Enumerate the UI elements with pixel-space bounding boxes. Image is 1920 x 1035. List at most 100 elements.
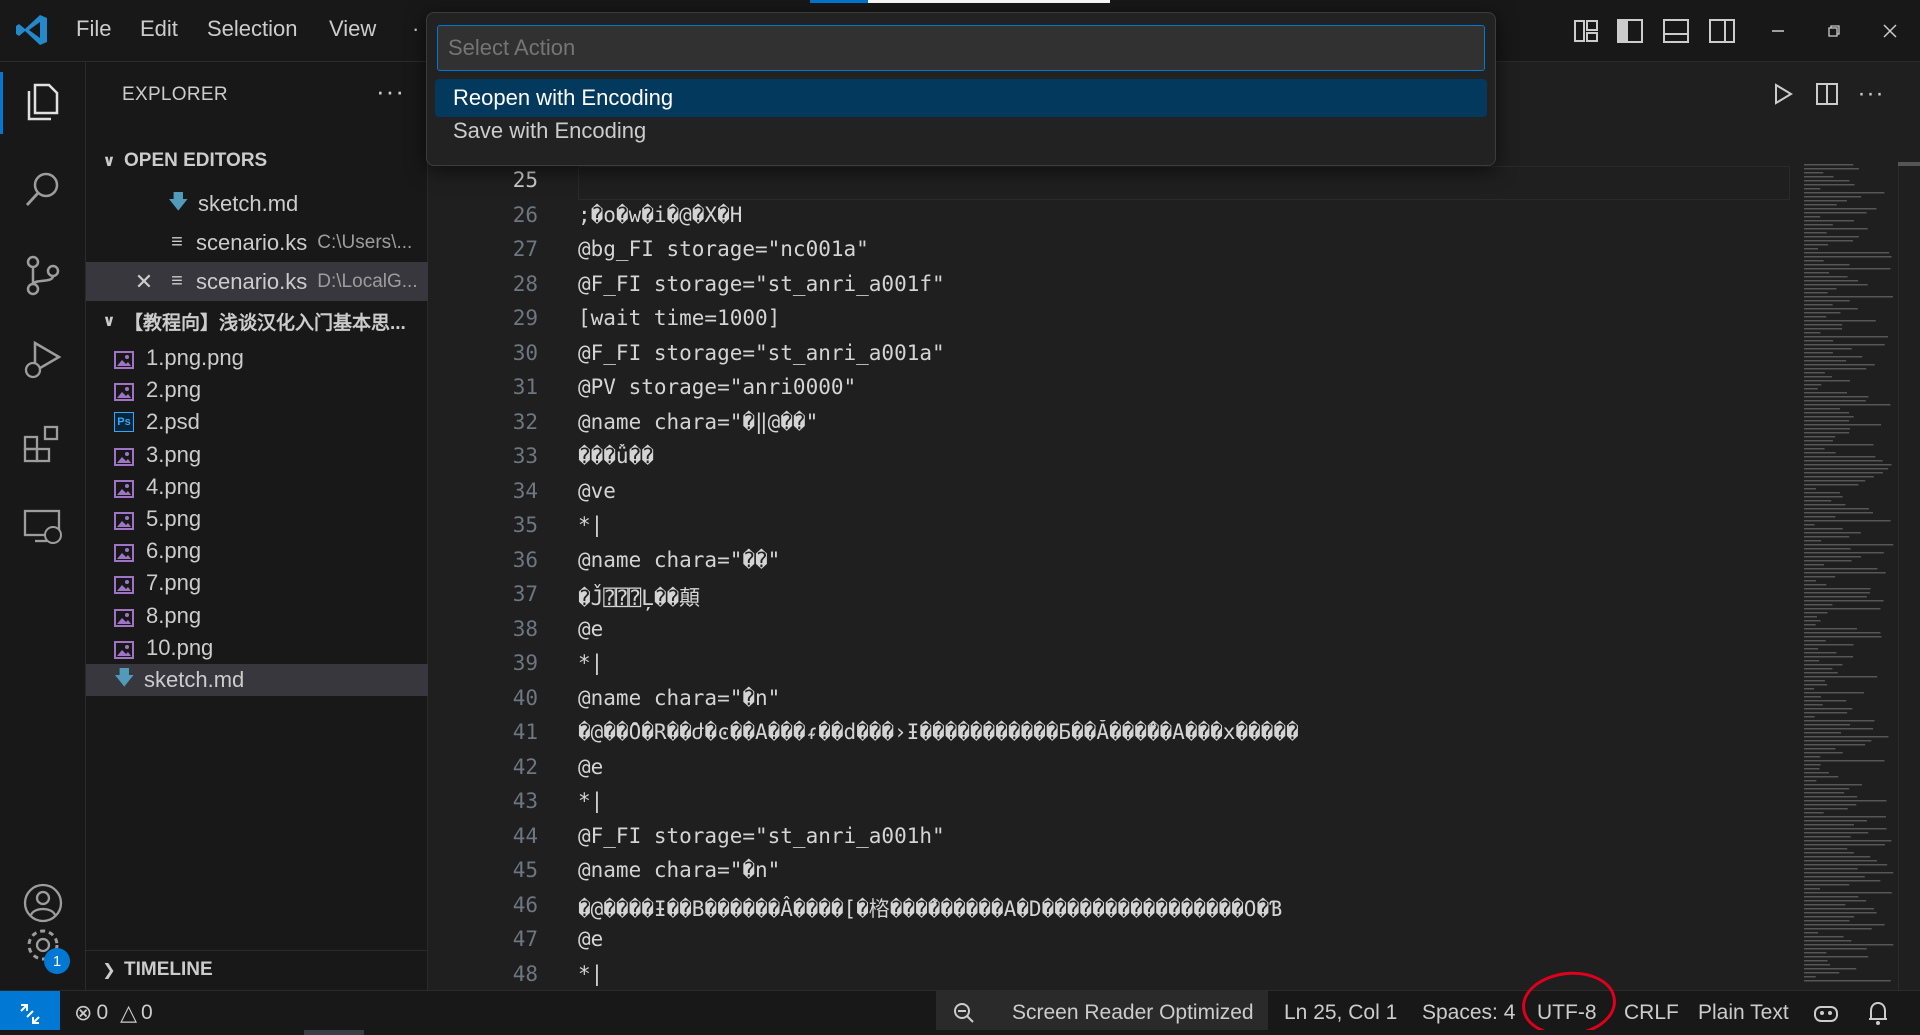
file-item[interactable]: 7.png <box>86 567 428 599</box>
file-name: 6.png <box>146 538 202 564</box>
code-line[interactable]: �@��̑O�R��ժ�ͼ��A���ᵳ��d���›Ɨ�����������Б… <box>578 720 1788 746</box>
search-icon[interactable] <box>18 164 68 214</box>
source-control-icon[interactable] <box>18 250 68 300</box>
file-item[interactable]: 3.png <box>86 439 428 471</box>
file-item[interactable]: Ps 2.psd <box>86 406 428 438</box>
file-item[interactable]: 🡇 sketch.md <box>86 664 428 696</box>
code-line[interactable]: @bg_FI storage="nc001a" <box>578 237 1788 261</box>
title-progress-accent <box>810 0 868 3</box>
indentation[interactable]: Spaces: 4 <box>1422 991 1515 1035</box>
folder-header[interactable]: ∨ 【教程向】浅谈汉化入门基本思... <box>86 304 428 338</box>
file-item[interactable]: 2.png <box>86 374 428 406</box>
title-progress-white <box>868 0 1110 3</box>
open-editors-header[interactable]: ∨ OPEN EDITORS <box>86 144 428 178</box>
image-file-icon <box>114 542 134 563</box>
code-line[interactable]: �J̌⍰⍰⍰Ļ��顛 <box>578 582 1788 612</box>
notifications-bell-icon[interactable] <box>1866 991 1890 1035</box>
file-item[interactable]: 4.png <box>86 471 428 503</box>
restore-icon[interactable] <box>1816 14 1852 48</box>
code-line[interactable]: @name chara="�n" <box>578 686 1788 710</box>
line-number: 47 <box>512 927 538 951</box>
warning-icon: △ <box>120 1000 138 1025</box>
menu-more[interactable]: · <box>412 16 419 42</box>
quick-pick-item-save-with-encoding[interactable]: Save with Encoding <box>435 112 1487 150</box>
file-item[interactable]: 6.png <box>86 535 428 567</box>
close-window-icon[interactable] <box>1872 14 1908 48</box>
file-item[interactable]: 8.png <box>86 600 428 632</box>
menu-edit[interactable]: Edit <box>140 16 178 42</box>
menu-selection[interactable]: Selection <box>207 16 298 42</box>
cursor-position[interactable]: Ln 25, Col 1 <box>1284 991 1397 1035</box>
explorer-icon[interactable] <box>18 76 68 126</box>
file-name: 4.png <box>146 473 202 499</box>
code-line[interactable]: *| <box>578 789 1788 813</box>
run-debug-icon[interactable] <box>18 334 68 384</box>
toggle-panel-icon[interactable] <box>1658 14 1694 48</box>
open-editor-name: scenario.ks <box>196 229 308 255</box>
extensions-icon[interactable] <box>18 418 68 468</box>
code-line[interactable]: *| <box>578 513 1788 537</box>
status-bar: ⊗ 0 △ 0 Screen Reader Optimized Ln 25, C… <box>0 990 1920 1035</box>
explorer-more-actions[interactable]: ··· <box>376 76 405 107</box>
open-editor-path: C:\Users\... <box>317 231 413 253</box>
code-line[interactable]: *| <box>578 651 1788 675</box>
code-line[interactable]: @e <box>578 927 1788 951</box>
menu-view[interactable]: View <box>329 16 376 42</box>
open-editor-item[interactable]: ≡ scenario.ks C:\Users\... <box>86 223 428 262</box>
code-line[interactable]: @ve <box>578 479 1788 503</box>
timeline-label: TIMELINE <box>124 959 213 980</box>
timeline-header[interactable]: ❯ TIMELINE <box>86 953 428 987</box>
code-line[interactable]: �@����Ɨ��B������Â����[�㮞���̃������A�D���… <box>578 893 1788 923</box>
minimap[interactable] <box>1800 162 1900 990</box>
toggle-secondary-sidebar-icon[interactable] <box>1704 14 1740 48</box>
menu-file[interactable]: File <box>76 16 111 42</box>
line-number: 31 <box>512 375 538 399</box>
screen-reader-mode[interactable]: Screen Reader Optimized <box>1012 991 1254 1035</box>
minimize-icon[interactable] <box>1760 14 1796 48</box>
close-editor-icon[interactable]: ✕ <box>132 269 156 295</box>
quick-pick-input[interactable] <box>437 25 1485 71</box>
code-line[interactable]: @name chara="�n" <box>578 858 1788 882</box>
code-line[interactable]: @name chara="��" <box>578 548 1788 572</box>
remote-indicator[interactable] <box>0 991 60 1035</box>
open-editor-item[interactable]: 🡇 sketch.md <box>86 184 428 223</box>
line-number: 46 <box>512 892 538 917</box>
code-line[interactable]: @name chara="�‖@��" <box>578 410 1788 434</box>
customize-layout-icon[interactable] <box>1568 14 1604 48</box>
run-icon[interactable] <box>1768 78 1798 110</box>
problems-indicator[interactable]: ⊗ 0 △ 0 <box>74 991 153 1035</box>
code-line[interactable]: [wait time=1000] <box>578 306 1788 330</box>
file-item[interactable]: 5.png <box>86 503 428 535</box>
remote-icon <box>20 1003 40 1024</box>
line-number: 29 <box>512 306 538 330</box>
code-line[interactable]: @F_FI storage="st_anri_a001h" <box>578 824 1788 848</box>
code-line[interactable]: ���ǚ�� <box>578 444 1788 468</box>
code-line[interactable]: @e <box>578 617 1788 641</box>
toggle-primary-sidebar-icon[interactable] <box>1612 14 1648 48</box>
chevron-down-icon: ∨ <box>102 313 116 330</box>
line-number: 44 <box>512 823 538 848</box>
copilot-icon[interactable] <box>1812 991 1840 1035</box>
code-line[interactable]: @e <box>578 755 1788 779</box>
scrollbar-thumb[interactable] <box>1898 162 1920 166</box>
editor-scrollbar[interactable] <box>1898 162 1920 990</box>
eol-indicator[interactable]: CRLF <box>1624 991 1679 1035</box>
file-item[interactable]: 1.png.png <box>86 342 428 374</box>
editor-area[interactable]: ··· 25 26 ;�o�w�i�@�X�H 27 @bg_FI storage="n… <box>428 62 1920 1020</box>
code-line[interactable]: @F_FI storage="st_anri_a001f" <box>578 272 1788 296</box>
split-editor-icon[interactable] <box>1812 78 1842 110</box>
file-item[interactable]: 10.png <box>86 632 428 664</box>
code-line[interactable]: @F_FI storage="st_anri_a001a" <box>578 341 1788 365</box>
code-line[interactable]: @PV storage="anri0000" <box>578 375 1788 399</box>
code-line[interactable]: ;�o�w�i�@�X�H <box>578 203 1788 227</box>
editor-more-actions-icon[interactable]: ··· <box>1854 78 1888 110</box>
image-file-icon <box>114 510 134 530</box>
active-indicator <box>0 72 3 134</box>
text-file-icon: ≡ <box>171 231 183 253</box>
timeline-section[interactable]: ❯ TIMELINE <box>86 950 428 988</box>
remote-explorer-icon[interactable] <box>18 502 68 552</box>
language-mode[interactable]: Plain Text <box>1698 991 1789 1035</box>
line-number: 32 <box>512 409 538 434</box>
open-editor-item-active[interactable]: ✕ ≡ scenario.ks D:\LocalG... <box>86 262 428 301</box>
zoom-icon[interactable] <box>952 991 976 1035</box>
